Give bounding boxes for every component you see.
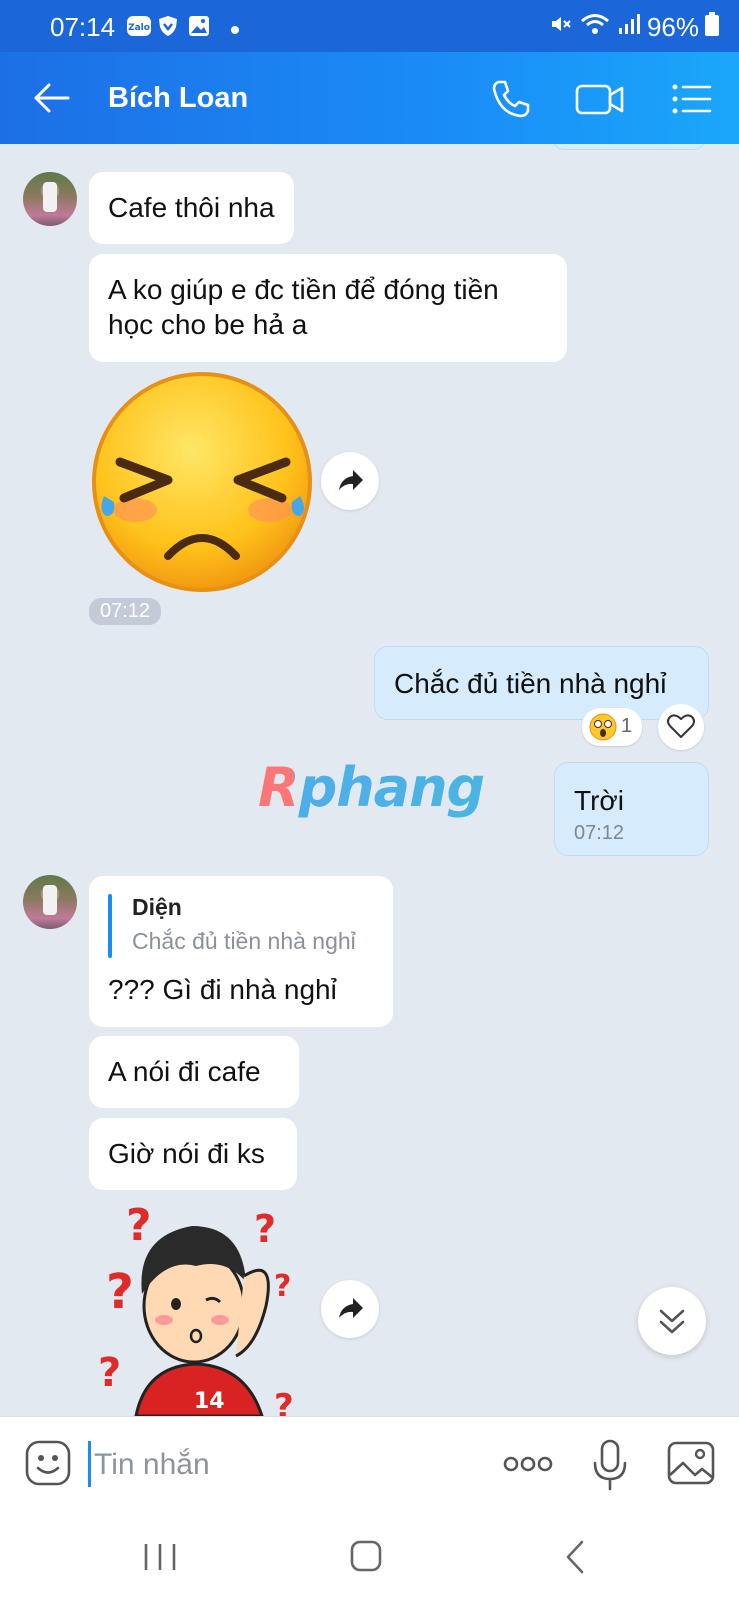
emoji-icon[interactable] bbox=[24, 1439, 72, 1492]
crying-angry-emoji-sticker[interactable] bbox=[90, 370, 318, 596]
status-bar: 07:14 Zalo 96% bbox=[0, 0, 739, 52]
message-text: ??? Gì đi nhà nghỉ bbox=[108, 974, 337, 1005]
message-text: Giờ nói đi ks bbox=[108, 1138, 265, 1169]
quote-author: Diện bbox=[132, 894, 182, 920]
like-button[interactable] bbox=[658, 704, 704, 750]
vpn-shield-icon bbox=[158, 15, 178, 42]
confused-boy-sticker[interactable]: ? ? ? ? ? ? 14 bbox=[96, 1196, 310, 1416]
message-input-bar bbox=[0, 1416, 739, 1512]
more-options-icon[interactable] bbox=[502, 1449, 554, 1484]
message-bubble[interactable]: A ko giúp e đc tiền để đóng tiền học cho… bbox=[89, 254, 567, 362]
forward-button[interactable] bbox=[321, 1280, 379, 1338]
status-right: 96% bbox=[549, 12, 719, 43]
message-input[interactable] bbox=[90, 1443, 470, 1487]
shocked-emoji-icon bbox=[589, 713, 617, 741]
contact-name[interactable]: Bích Loan bbox=[108, 82, 248, 115]
message-text: Trời bbox=[574, 785, 624, 816]
forward-arrow-icon bbox=[339, 470, 363, 490]
status-time: 07:14 bbox=[50, 12, 116, 42]
message-text: Cafe thôi nha bbox=[108, 192, 275, 223]
dot-icon bbox=[230, 22, 240, 40]
svg-text:?: ? bbox=[106, 1264, 134, 1320]
zalo-icon: Zalo bbox=[126, 15, 152, 42]
video-call-icon[interactable] bbox=[574, 74, 624, 124]
battery-icon bbox=[705, 12, 719, 43]
heart-icon bbox=[667, 714, 695, 738]
quote-bar bbox=[108, 894, 112, 958]
my-message-bubble[interactable]: Trời 07:12 bbox=[554, 762, 709, 856]
svg-text:?: ? bbox=[126, 1200, 152, 1251]
message-bubble[interactable]: Cafe thôi nha bbox=[89, 172, 294, 244]
message-text: A ko giúp e đc tiền để đóng tiền học cho… bbox=[108, 274, 499, 340]
chat-area[interactable]: Cafe thôi nha A ko giúp e đc tiền để đón… bbox=[0, 144, 739, 1416]
forward-arrow-icon bbox=[339, 1298, 363, 1318]
scroll-to-bottom-button[interactable] bbox=[638, 1287, 706, 1355]
quote-text: Chắc đủ tiền nhà nghỉ bbox=[132, 928, 356, 954]
svg-text:14: 14 bbox=[194, 1389, 225, 1414]
microphone-icon[interactable] bbox=[588, 1437, 632, 1498]
svg-text:?: ? bbox=[274, 1387, 294, 1416]
back-arrow-icon[interactable] bbox=[30, 76, 74, 120]
gallery-icon bbox=[188, 15, 210, 42]
message-time: 07:12 bbox=[89, 598, 162, 625]
chat-header: Bích Loan bbox=[0, 52, 739, 144]
message-time: 07:12 bbox=[574, 822, 625, 844]
avatar[interactable] bbox=[23, 875, 77, 929]
home-icon[interactable] bbox=[336, 1532, 396, 1582]
watermark-logo: Rphang bbox=[258, 756, 485, 819]
mute-icon bbox=[549, 12, 573, 43]
battery-level: 96% bbox=[646, 12, 699, 42]
menu-list-icon[interactable] bbox=[666, 74, 716, 124]
svg-text:?: ? bbox=[274, 1269, 291, 1304]
message-text: Chắc đủ tiền nhà nghỉ bbox=[394, 668, 667, 699]
forward-button[interactable] bbox=[321, 452, 379, 510]
reply-message-bubble[interactable]: Diện Chắc đủ tiền nhà nghỉ ??? Gì đi nhà… bbox=[89, 876, 393, 1027]
svg-text:Zalo: Zalo bbox=[128, 23, 150, 33]
double-chevron-down-icon bbox=[659, 1309, 685, 1334]
svg-text:?: ? bbox=[98, 1350, 121, 1396]
recent-apps-icon[interactable] bbox=[130, 1532, 190, 1582]
message-bubble[interactable]: Giờ nói đi ks bbox=[89, 1118, 297, 1190]
system-nav-bar bbox=[0, 1512, 739, 1600]
reaction-pill[interactable]: 1 bbox=[582, 708, 642, 746]
message-bubble[interactable]: A nói đi cafe bbox=[89, 1036, 299, 1108]
back-icon[interactable] bbox=[546, 1532, 606, 1582]
image-icon[interactable] bbox=[666, 1439, 716, 1492]
svg-text:?: ? bbox=[254, 1207, 276, 1251]
wifi-icon bbox=[579, 12, 611, 43]
signal-icon bbox=[617, 12, 641, 43]
message-text: A nói đi cafe bbox=[108, 1056, 261, 1087]
phone-call-icon[interactable] bbox=[486, 74, 536, 124]
avatar[interactable] bbox=[23, 172, 77, 226]
previous-bubble-edge bbox=[552, 144, 706, 150]
reaction-count: 1 bbox=[621, 715, 633, 737]
